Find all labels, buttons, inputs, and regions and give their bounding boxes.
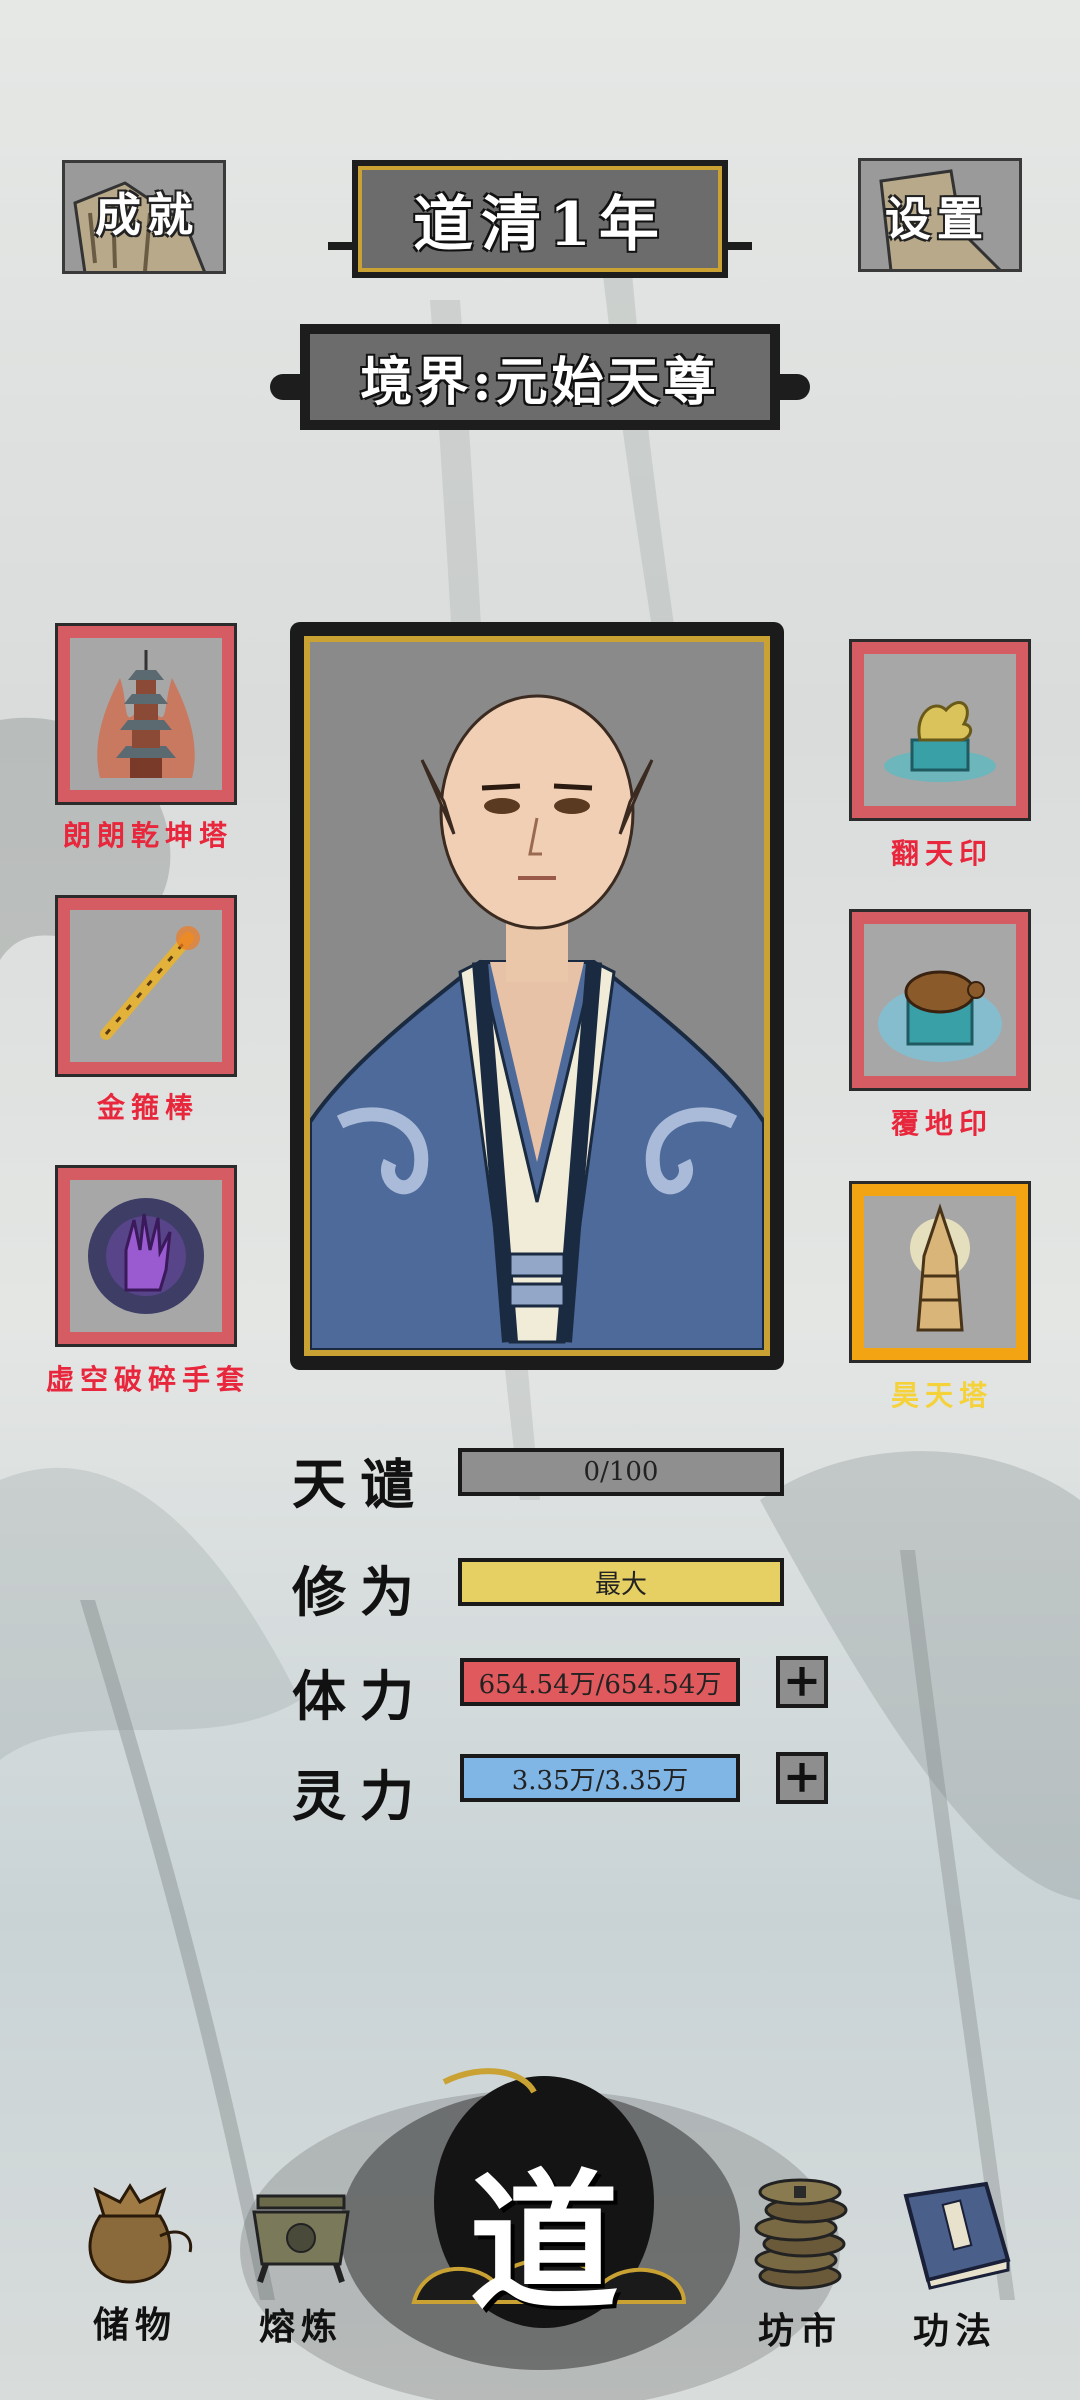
dragon-seal-icon <box>884 701 996 782</box>
book-icon <box>903 2181 1011 2290</box>
tribulation-bar: 0/100 <box>458 1448 784 1496</box>
era-title-plaque: 道清1年 <box>328 160 752 280</box>
item-name: 翻天印 <box>890 837 993 870</box>
coins-icon <box>754 2178 848 2290</box>
stamina-label: 体力 <box>292 1664 428 1728</box>
settings-button[interactable]: 设置 <box>858 158 1022 272</box>
realm-title: 境界:元始天尊 <box>360 351 720 413</box>
tower-icon <box>910 1203 970 1332</box>
cauldron-icon <box>252 2194 350 2283</box>
item-name: 朗朗乾坤塔 <box>62 819 233 852</box>
nav-smelting-label: 熔炼 <box>258 2306 343 2348</box>
nav-dao-label: 道 <box>468 2155 619 2331</box>
equipment-slot-right-3[interactable]: 昊天塔 <box>849 1181 1032 1414</box>
nav-techniques-label: 功法 <box>912 2310 997 2352</box>
character-portrait-frame[interactable] <box>290 622 784 1370</box>
spirit-plus-button[interactable]: + <box>776 1752 828 1804</box>
item-name: 覆地印 <box>890 1107 993 1140</box>
nav-techniques[interactable]: 功法 <box>890 2180 1020 2354</box>
nav-market[interactable]: 坊市 <box>740 2170 860 2354</box>
equipment-slot-right-2[interactable]: 覆地印 <box>849 909 1032 1142</box>
item-frame <box>849 909 1031 1091</box>
cultivation-bar: 最大 <box>458 1558 784 1606</box>
realm-plaque: 境界:元始天尊 <box>270 324 810 434</box>
era-title: 道清1年 <box>413 189 667 260</box>
nav-smelting[interactable]: 熔炼 <box>236 2186 366 2350</box>
spirit-bar: 3.35万/3.35万 <box>460 1754 740 1802</box>
pagoda-icon <box>97 650 195 778</box>
nav-storage-label: 储物 <box>92 2304 177 2346</box>
nav-storage[interactable]: 储物 <box>70 2176 200 2348</box>
item-frame-highlighted <box>849 1181 1031 1363</box>
equipment-slot-right-1[interactable]: 翻天印 <box>849 639 1032 872</box>
stamina-bar: 654.54万/654.54万 <box>460 1658 740 1706</box>
achievements-label: 成就 <box>95 188 199 242</box>
pouch-icon <box>88 2183 193 2284</box>
nav-dao-button[interactable]: 道 <box>384 2052 704 2352</box>
void-glove-icon <box>88 1198 204 1314</box>
item-name: 昊天塔 <box>890 1379 993 1412</box>
stamina-plus-button[interactable]: + <box>776 1656 828 1708</box>
equipment-slot-left-2[interactable]: 金箍棒 <box>55 895 238 1126</box>
character-portrait <box>310 642 764 1350</box>
spirit-label: 灵力 <box>292 1764 428 1828</box>
nav-market-label: 坊市 <box>757 2310 842 2352</box>
item-name: 虚空破碎手套 <box>45 1363 250 1396</box>
item-name: 金箍棒 <box>96 1091 199 1124</box>
cultivation-label: 修为 <box>292 1560 428 1624</box>
item-frame <box>55 895 237 1077</box>
item-frame <box>55 623 237 805</box>
turtle-seal-icon <box>878 970 1002 1062</box>
item-frame <box>849 639 1031 821</box>
equipment-slot-left-1[interactable]: 朗朗乾坤塔 <box>55 623 238 854</box>
achievements-button[interactable]: 成就 <box>62 160 226 274</box>
tribulation-label: 天谴 <box>292 1452 428 1516</box>
equipment-slot-left-3[interactable]: 虚空破碎手套 <box>40 1165 256 1398</box>
golden-staff-icon <box>100 926 200 1040</box>
settings-label: 设置 <box>885 192 989 246</box>
item-frame <box>55 1165 237 1347</box>
